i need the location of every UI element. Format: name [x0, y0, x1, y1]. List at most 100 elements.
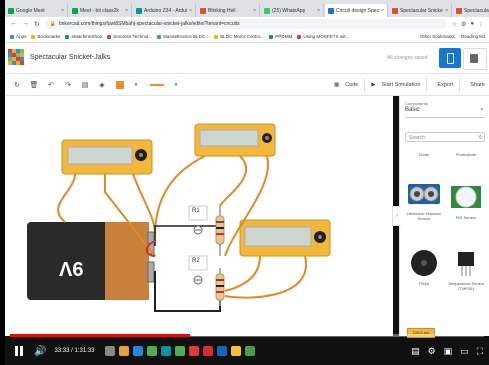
reload-icon[interactable]: ↻ — [34, 20, 40, 28]
bookmark-item[interactable]: Apps — [10, 34, 26, 39]
component-pir-sensor[interactable]: PIR Sensor — [445, 182, 487, 220]
wire-style-swatch[interactable] — [150, 83, 164, 86]
circuit-canvas[interactable]: 9V R1 R2 — [5, 96, 393, 336]
pdf-icon[interactable] — [202, 346, 213, 356]
back-icon[interactable]: ← — [10, 20, 17, 28]
code-button[interactable]: Code — [345, 82, 358, 88]
rotate-icon[interactable]: ↻ — [12, 81, 22, 89]
project-title[interactable]: Spectacular Snicket-Jalks — [30, 54, 110, 61]
battery-9v[interactable] — [27, 222, 155, 300]
bookmark-item[interactable]: eMachineShop — [65, 34, 102, 39]
tab-favicon-icon — [456, 7, 462, 14]
app-icon[interactable] — [188, 346, 199, 356]
multimeter-1[interactable] — [61, 139, 153, 175]
miniplayer-icon[interactable]: ▣ — [444, 346, 453, 357]
close-tab-icon[interactable]: × — [123, 8, 128, 14]
bookmark-item[interactable]: Manaeltronics BLDC... — [157, 34, 209, 39]
fullscreen-icon[interactable]: ⛶ — [477, 346, 483, 357]
lock-icon: 🔒 — [49, 21, 57, 27]
panel-collapse-handle[interactable]: › — [392, 206, 401, 226]
component-piezo[interactable]: Piezo — [403, 248, 445, 286]
browser-tab[interactable]: Circuit design Specta × — [325, 4, 388, 17]
menu-icon[interactable]: ⋮ — [478, 21, 484, 28]
bookmark-item[interactable]: BLDC Motor Contro... — [214, 34, 264, 39]
circuit-view-button[interactable] — [439, 48, 461, 68]
tab-favicon-icon — [136, 7, 142, 14]
browser-tab[interactable]: (25) WhatsApp × — [261, 4, 324, 17]
close-tab-icon[interactable]: × — [59, 8, 64, 14]
captions-icon[interactable]: ▤ — [411, 346, 420, 357]
component-ultrasonic-sensor[interactable]: Ultrasonic Distance Sensor — [403, 182, 445, 221]
forward-icon[interactable]: → — [22, 20, 29, 28]
browser-tab[interactable]: Spectacular Snicket× — [453, 4, 489, 17]
component-search-input[interactable]: Search ⚲ — [405, 132, 485, 142]
component-photodiode[interactable]: Photodiode — [445, 152, 487, 157]
url-field[interactable]: 🔒 tinkercad.com/things/fuwi8SMbahj-spect… — [44, 19, 447, 29]
notes-icon[interactable]: ▤ — [80, 81, 90, 89]
play-icon[interactable]: ▶ — [371, 82, 375, 88]
reading-list[interactable]: Reading list — [461, 34, 485, 39]
bookmark-favicon-icon — [157, 34, 162, 39]
list-view-button[interactable] — [463, 48, 487, 70]
components-dropdown[interactable]: Basic ▾ — [405, 107, 485, 118]
tinkercad-logo[interactable] — [8, 49, 24, 65]
extensions-icon[interactable]: ⚙ — [461, 21, 466, 28]
other-bookmarks[interactable]: Other bookmarks — [420, 34, 455, 39]
resistor-r1[interactable] — [215, 206, 225, 256]
chrome-icon[interactable] — [230, 346, 241, 356]
app-icon[interactable] — [174, 346, 185, 356]
close-tab-icon[interactable]: × — [187, 8, 192, 14]
app-icon[interactable] — [132, 346, 143, 356]
redo-icon[interactable]: ↷ — [63, 81, 73, 89]
delete-icon[interactable]: 🗑 — [29, 81, 39, 89]
multimeter-3[interactable] — [239, 219, 331, 257]
profile-icon[interactable]: ● — [470, 21, 474, 28]
app-icon[interactable] — [216, 346, 227, 356]
bookmark-label: Using MOSFETS wit... — [303, 34, 350, 39]
bookmark-item[interactable]: Smoress Technol... — [107, 34, 152, 39]
close-tab-icon[interactable]: × — [379, 8, 384, 14]
bookmarks-bar: Apps Bookmarks eMachineShop Smoress Technol… — [5, 31, 489, 43]
tinkercad-header: Spectacular Snicket-Jalks All changes sa… — [5, 43, 489, 74]
export-button[interactable]: Export — [437, 82, 453, 88]
pause-icon[interactable] — [13, 345, 25, 357]
flip-icon[interactable]: ◈ — [97, 81, 107, 89]
browser-tab[interactable]: Meet - bit class2k × — [69, 4, 132, 17]
battery-label: 9V — [59, 257, 84, 279]
video-frame: Google Meet × Meet - bit class2k × Arduino Z… — [5, 0, 489, 365]
bookmark-item[interactable]: Using MOSFETS wit... — [297, 34, 349, 39]
app-icon[interactable] — [244, 346, 255, 356]
share-button[interactable]: Share — [470, 82, 485, 88]
settings-icon[interactable]: ⚙ — [428, 346, 436, 357]
wire-color-swatch[interactable] — [116, 80, 124, 89]
multimeter-2[interactable] — [194, 123, 276, 157]
close-tab-icon[interactable]: × — [251, 8, 256, 14]
bookmark-item[interactable]: Bookmarks — [31, 34, 60, 39]
resistor-r1-label: R1 — [192, 208, 200, 214]
start-simulation-button[interactable]: Start Simulation — [382, 82, 421, 88]
theater-mode-icon[interactable]: ▭ — [460, 346, 469, 357]
code-icon[interactable]: ▦ — [334, 82, 339, 88]
app-icon[interactable] — [104, 346, 115, 356]
tab-favicon-icon — [328, 7, 334, 14]
star-icon[interactable]: ☆ — [452, 21, 457, 28]
browser-tab[interactable]: Google Meet × — [5, 4, 68, 17]
video-progress-bar[interactable] — [10, 334, 484, 337]
close-tab-icon[interactable]: × — [315, 8, 320, 14]
bookmark-item[interactable]: PPDMM — [269, 34, 292, 39]
browser-tab[interactable]: Blinking Hell × — [197, 4, 260, 17]
chevron-down-icon[interactable]: ▾ — [171, 82, 181, 88]
folder-icon[interactable] — [118, 346, 129, 356]
close-tab-icon[interactable]: × — [443, 8, 448, 14]
chevron-down-icon[interactable]: ▾ — [131, 82, 141, 88]
component-diode[interactable]: Diode — [403, 152, 445, 157]
component-temperature-sensor[interactable]: Temperature Sensor [TMP36] — [445, 248, 487, 291]
undo-icon[interactable]: ↶ — [46, 81, 56, 89]
browser-tab[interactable]: Spectacular Snicket× — [389, 4, 452, 17]
browser-tab[interactable]: Arduino Z34 - Arduino× — [133, 4, 196, 17]
app-icon[interactable] — [146, 346, 157, 356]
arduino-icon[interactable] — [160, 346, 171, 356]
components-label: Components — [405, 101, 428, 106]
resistor-r2[interactable] — [215, 268, 225, 306]
volume-icon[interactable]: 🔊 — [34, 346, 46, 357]
